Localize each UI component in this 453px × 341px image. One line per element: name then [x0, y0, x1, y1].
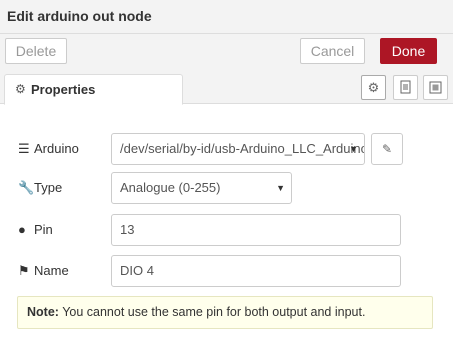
tab-properties[interactable]: ⚙ Properties — [4, 74, 183, 105]
wrench-icon: 🔧 — [18, 180, 35, 195]
pin-label: ● Pin — [18, 222, 53, 237]
circle-icon: ● — [18, 222, 26, 237]
edit-arduino-button[interactable]: ✎ — [371, 133, 403, 165]
list-icon: ☰ — [18, 141, 30, 156]
type-label: 🔧Type — [18, 180, 63, 195]
tag-icon: ⚑ — [18, 263, 30, 278]
description-tab-button[interactable] — [393, 75, 418, 100]
settings-tab-button[interactable]: ⚙ — [361, 75, 386, 100]
note-text: You cannot use the same pin for both out… — [58, 305, 366, 319]
cancel-button[interactable]: Cancel — [300, 38, 365, 64]
caret-down-icon: ▼ — [276, 183, 285, 193]
pin-input[interactable]: 13 — [111, 214, 401, 246]
appearance-icon — [424, 76, 447, 99]
arduino-select[interactable]: /dev/serial/by-id/usb-Arduino_LLC_Arduin… — [111, 133, 365, 165]
dialog-toolbar: Delete Cancel Done — [0, 34, 453, 68]
done-button[interactable]: Done — [380, 38, 437, 64]
cog-icon: ⚙ — [367, 80, 380, 95]
appearance-tab-button[interactable] — [423, 75, 448, 100]
name-row: ⚑ Name DIO 4 — [0, 255, 453, 289]
note-strong: Note: — [27, 305, 59, 319]
arduino-label: ☰ Arduino — [18, 141, 79, 156]
name-input[interactable]: DIO 4 — [111, 255, 401, 287]
note-box: Note: You cannot use the same pin for bo… — [17, 296, 433, 329]
type-row: 🔧Type Analogue (0-255) ▼ — [0, 172, 453, 206]
type-select[interactable]: Analogue (0-255) ▼ — [111, 172, 292, 204]
caret-down-icon: ▼ — [349, 144, 358, 154]
name-label: ⚑ Name — [18, 263, 69, 278]
file-text-icon — [394, 76, 417, 99]
dialog-title: Edit arduino out node — [7, 8, 152, 24]
arduino-row: ☰ Arduino /dev/serial/by-id/usb-Arduino_L… — [0, 133, 453, 167]
delete-button[interactable]: Delete — [5, 38, 67, 64]
pencil-icon: ✎ — [381, 142, 393, 156]
pin-row: ● Pin 13 — [0, 214, 453, 248]
tabs-bar: ⚙ Properties ⚙ — [0, 68, 453, 105]
dialog-header: Edit arduino out node — [0, 0, 453, 34]
tab-properties-label: Properties — [31, 82, 96, 97]
cog-icon: ⚙ — [15, 82, 26, 96]
